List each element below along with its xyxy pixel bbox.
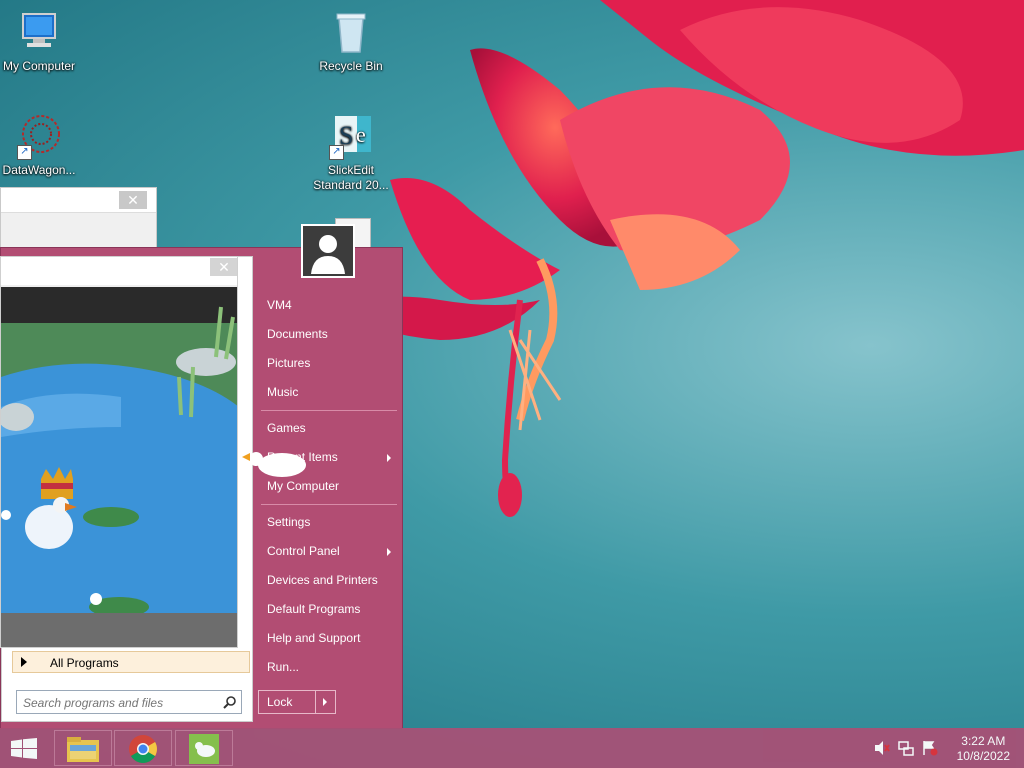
slickedit-icon: S e ↗ <box>327 112 375 160</box>
icon-label: SlickEdit Standard 20... <box>313 163 389 192</box>
game-scene[interactable] <box>1 287 237 647</box>
clock[interactable]: 3:22 AM 10/8/2022 <box>957 734 1010 764</box>
start-item-help-support[interactable]: Help and Support <box>267 630 360 646</box>
expand-arrow-icon <box>21 657 27 667</box>
separator <box>261 410 397 411</box>
chevron-right-icon <box>323 698 327 706</box>
lock-options-button[interactable] <box>315 690 336 714</box>
network-icon[interactable] <box>898 740 914 756</box>
volume-muted-icon[interactable] <box>874 740 890 756</box>
shortcut-arrow-icon: ↗ <box>329 145 344 160</box>
search-input[interactable] <box>21 694 215 712</box>
start-item-documents[interactable]: Documents <box>267 326 328 342</box>
goose-icon[interactable] <box>238 445 310 481</box>
user-icon <box>311 235 345 274</box>
taskbar-goose-app[interactable] <box>175 730 233 766</box>
window-titlebar[interactable] <box>1 257 237 285</box>
taskbar-chrome[interactable] <box>114 730 172 766</box>
user-avatar[interactable] <box>301 224 355 278</box>
chrome-icon <box>129 735 157 763</box>
icon-label: DataWagon... <box>2 163 76 177</box>
goose-app-icon <box>189 734 219 764</box>
svg-text:e: e <box>356 122 366 147</box>
taskbar-file-explorer[interactable] <box>54 730 112 766</box>
lock-button[interactable]: Lock <box>258 690 316 714</box>
clock-date: 10/8/2022 <box>956 749 1010 763</box>
submenu-arrow-icon <box>387 548 391 556</box>
action-center-flag-icon[interactable] <box>922 740 938 756</box>
icon-label: My Computer <box>2 59 76 73</box>
shortcut-arrow-icon: ↗ <box>17 145 32 160</box>
recycle-bin-icon <box>327 8 375 56</box>
start-menu-right-pane: VM4 Documents Pictures Music Games Recen… <box>259 248 399 728</box>
submenu-arrow-icon <box>387 454 391 462</box>
start-item-vm4[interactable]: VM4 <box>267 297 292 313</box>
start-item-music[interactable]: Music <box>267 384 298 400</box>
start-item-control-panel[interactable]: Control Panel <box>267 543 340 559</box>
start-button[interactable] <box>0 730 48 766</box>
icon-label: Recycle Bin <box>319 59 383 73</box>
desktop-icon-my-computer[interactable]: My Computer <box>0 8 81 74</box>
all-programs-button[interactable]: All Programs <box>12 651 250 673</box>
search-icon[interactable] <box>223 696 236 709</box>
search-box[interactable] <box>16 690 242 714</box>
all-programs-label: All Programs <box>50 656 119 670</box>
taskbar: 3:22 AM 10/8/2022 <box>0 728 1024 768</box>
start-item-settings[interactable]: Settings <box>267 514 310 530</box>
start-item-games[interactable]: Games <box>267 420 306 436</box>
desktop-icon-recycle-bin[interactable]: Recycle Bin <box>309 8 393 74</box>
windows-logo-icon <box>11 738 37 759</box>
folder-icon <box>67 737 99 762</box>
computer-icon <box>15 8 63 56</box>
start-item-run[interactable]: Run... <box>267 659 299 675</box>
start-item-devices-printers[interactable]: Devices and Printers <box>267 572 378 588</box>
game-window[interactable]: ✕ <box>0 256 238 648</box>
desktop-icon-slickedit[interactable]: S e ↗ SlickEdit Standard 20... <box>309 112 393 193</box>
start-item-default-programs[interactable]: Default Programs <box>267 601 360 617</box>
desktop-icon-datawagon[interactable]: ↗ DataWagon... <box>0 112 81 178</box>
start-item-pictures[interactable]: Pictures <box>267 355 310 371</box>
clock-time: 3:22 AM <box>961 734 1006 748</box>
close-icon[interactable]: ✕ <box>119 191 147 209</box>
close-icon[interactable]: ✕ <box>210 258 237 276</box>
datawagon-icon: ↗ <box>15 112 63 160</box>
separator <box>261 504 397 505</box>
